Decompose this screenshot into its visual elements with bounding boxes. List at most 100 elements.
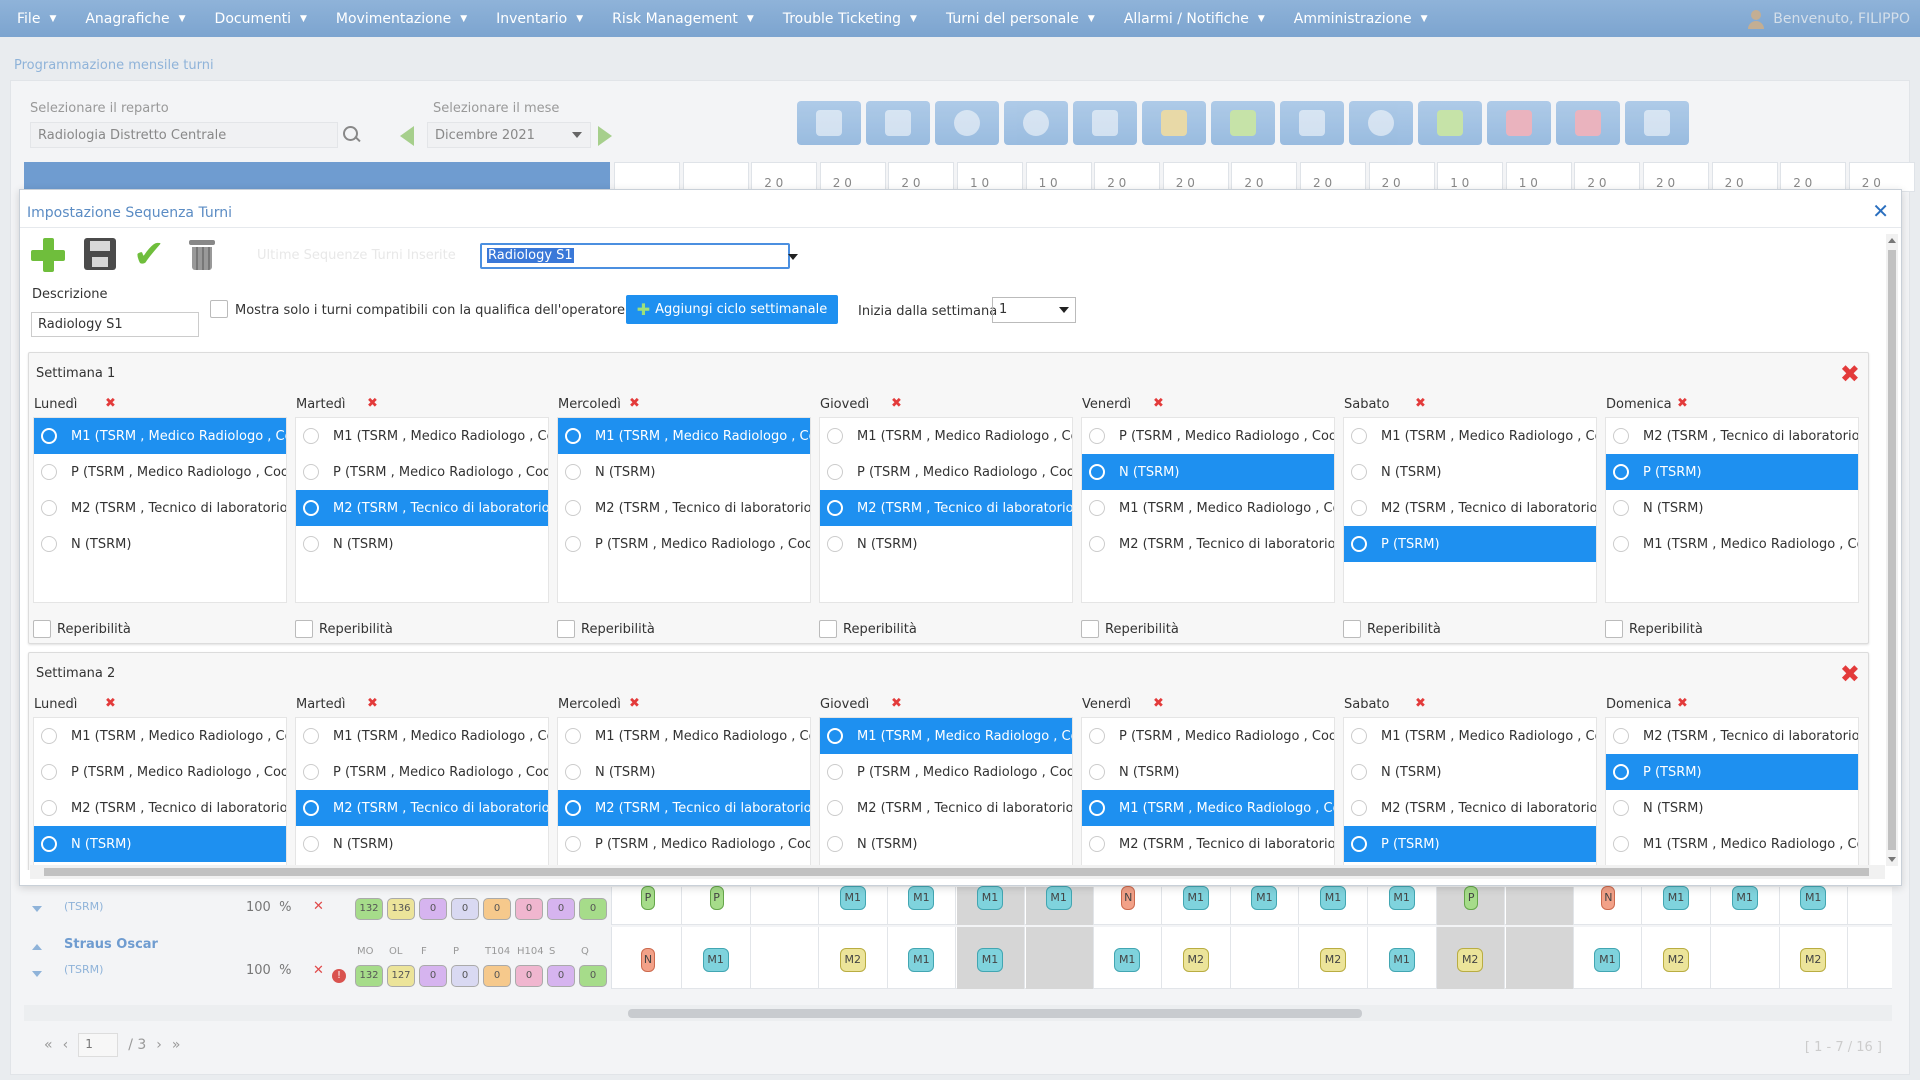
- remove-day-icon[interactable]: ✖: [367, 396, 378, 411]
- prev-page-icon[interactable]: ‹: [63, 1037, 69, 1053]
- shift-option[interactable]: N (TSRM): [820, 826, 1072, 862]
- shift-option[interactable]: M2 (TSRM , Tecnico di laboratorio): [1344, 490, 1596, 526]
- shift-option[interactable]: P (TSRM , Medico Radiologo , Coord: [820, 754, 1072, 790]
- radio-icon[interactable]: [41, 800, 57, 816]
- shift-badge[interactable]: N: [1121, 886, 1136, 910]
- next-page-icon[interactable]: ›: [156, 1037, 162, 1053]
- prev-month-icon[interactable]: [400, 126, 414, 146]
- shift-option[interactable]: M1 (TSRM , Medico Radiologo , Coo: [1606, 526, 1858, 562]
- radio-icon[interactable]: [1089, 500, 1105, 516]
- shift-cell[interactable]: [1231, 927, 1300, 989]
- shift-badge[interactable]: M1: [1388, 886, 1415, 910]
- shift-badge[interactable]: M1: [1663, 886, 1689, 910]
- shift-badge[interactable]: M2: [1663, 948, 1689, 972]
- sequence-combo[interactable]: Radiology S1: [480, 243, 790, 269]
- reperibilita-checkbox[interactable]: [1343, 620, 1361, 638]
- dialog-vertical-scrollbar[interactable]: [1886, 234, 1898, 866]
- shift-option[interactable]: M2 (TSRM , Tecnico di laboratorio): [1344, 790, 1596, 826]
- radio-icon[interactable]: [565, 728, 581, 744]
- radio-icon[interactable]: [1351, 836, 1367, 852]
- shift-option[interactable]: P (TSRM , Medico Radiologo , Coord: [820, 454, 1072, 490]
- radio-icon[interactable]: [827, 428, 843, 444]
- shift-option[interactable]: N (TSRM): [296, 526, 548, 562]
- chevron-down-icon[interactable]: [572, 132, 582, 138]
- shift-badge[interactable]: M1: [908, 948, 935, 972]
- remove-day-icon[interactable]: ✖: [1153, 696, 1164, 711]
- radio-icon[interactable]: [827, 800, 843, 816]
- shift-option[interactable]: M2 (TSRM , Tecnico di laboratorio): [1082, 526, 1334, 562]
- radio-icon[interactable]: [827, 464, 843, 480]
- save-icon[interactable]: [84, 238, 116, 270]
- compatible-checkbox[interactable]: [210, 300, 228, 318]
- shift-badge[interactable]: M2: [1800, 948, 1827, 972]
- shift-badge[interactable]: M1: [1731, 886, 1758, 910]
- remove-day-icon[interactable]: ✖: [1415, 396, 1426, 411]
- shift-option[interactable]: M1 (TSRM , Medico Radiologo , Coo: [1082, 490, 1334, 526]
- cog-button[interactable]: [1349, 101, 1413, 145]
- radio-icon[interactable]: [565, 500, 581, 516]
- radio-icon[interactable]: [565, 428, 581, 444]
- shift-badge[interactable]: M1: [1800, 886, 1827, 910]
- scroll-thumb[interactable]: [44, 868, 1869, 876]
- next-month-icon[interactable]: [598, 126, 612, 146]
- delete-week-icon[interactable]: ✖: [1840, 362, 1860, 386]
- list-button[interactable]: [797, 101, 861, 145]
- reperibilita-checkbox[interactable]: [1081, 620, 1099, 638]
- warning-icon[interactable]: !: [332, 969, 346, 983]
- shift-badge[interactable]: M2: [1457, 948, 1484, 972]
- shift-badge[interactable]: M1: [1594, 948, 1621, 972]
- radio-icon[interactable]: [827, 536, 843, 552]
- shift-badge[interactable]: N: [641, 948, 655, 972]
- move-down-icon[interactable]: [32, 906, 42, 912]
- print-button[interactable]: [1625, 101, 1689, 145]
- menu-item-anagrafiche[interactable]: Anagrafiche ▼: [68, 0, 197, 37]
- menu-item-turni-del-personale[interactable]: Turni del personale ▼: [929, 0, 1107, 37]
- radio-icon[interactable]: [303, 536, 319, 552]
- shift-badge[interactable]: M1: [839, 886, 866, 910]
- shift-badge[interactable]: M1: [977, 948, 1003, 972]
- radio-icon[interactable]: [565, 764, 581, 780]
- shift-option[interactable]: P (TSRM , Medico Radiologo , Coord: [296, 754, 548, 790]
- last-page-icon[interactable]: »: [172, 1037, 181, 1053]
- radio-icon[interactable]: [1351, 728, 1367, 744]
- shift-option[interactable]: M1 (TSRM , Medico Radiologo , Coo: [558, 718, 810, 754]
- scroll-thumb[interactable]: [1888, 250, 1896, 850]
- radio-icon[interactable]: [565, 464, 581, 480]
- shift-badge[interactable]: M1: [1320, 886, 1346, 910]
- radio-icon[interactable]: [41, 428, 57, 444]
- radio-icon[interactable]: [41, 500, 57, 516]
- shift-option[interactable]: M2 (TSRM , Tecnico di laboratorio): [558, 790, 810, 826]
- shift-option[interactable]: M2 (TSRM , Tecnico di laboratorio): [820, 790, 1072, 826]
- page-input[interactable]: 1: [78, 1033, 119, 1057]
- shift-option[interactable]: N (TSRM): [34, 526, 286, 562]
- radio-icon[interactable]: [565, 836, 581, 852]
- grid-scrollbar[interactable]: [24, 1005, 1892, 1021]
- shift-badge[interactable]: N: [1601, 886, 1616, 910]
- radio-icon[interactable]: [827, 728, 843, 744]
- edit-check-button[interactable]: [1142, 101, 1206, 145]
- shift-option[interactable]: M1 (TSRM , Medico Radiologo , Coo: [1344, 718, 1596, 754]
- radio-icon[interactable]: [1613, 836, 1629, 852]
- shift-cell[interactable]: [1712, 927, 1780, 989]
- remove-icon[interactable]: ✕: [313, 899, 324, 914]
- menu-item-inventario[interactable]: Inventario ▼: [479, 0, 595, 37]
- shift-badge[interactable]: M1: [702, 948, 729, 972]
- shift-option[interactable]: M1 (TSRM , Medico Radiologo , Coo: [296, 718, 548, 754]
- radio-icon[interactable]: [1613, 500, 1629, 516]
- remove-day-icon[interactable]: ✖: [891, 696, 902, 711]
- shift-option[interactable]: N (TSRM): [1082, 454, 1334, 490]
- remove-day-icon[interactable]: ✖: [1677, 696, 1688, 711]
- menu-item-documenti[interactable]: Documenti ▼: [198, 0, 319, 37]
- reperibilita-checkbox[interactable]: [295, 620, 313, 638]
- shift-option[interactable]: M1 (TSRM , Medico Radiologo , Coo: [820, 718, 1072, 754]
- radio-icon[interactable]: [303, 428, 319, 444]
- delete-week-icon[interactable]: ✖: [1840, 662, 1860, 686]
- shift-option[interactable]: M2 (TSRM , Tecnico di laboratorio): [296, 790, 548, 826]
- shift-badge[interactable]: M2: [1182, 948, 1209, 972]
- add-icon[interactable]: [31, 238, 65, 272]
- radio-icon[interactable]: [1351, 500, 1367, 516]
- radio-icon[interactable]: [41, 536, 57, 552]
- month-field[interactable]: Dicembre 2021: [427, 122, 591, 148]
- radio-icon[interactable]: [1089, 428, 1105, 444]
- trash-icon[interactable]: [189, 240, 215, 270]
